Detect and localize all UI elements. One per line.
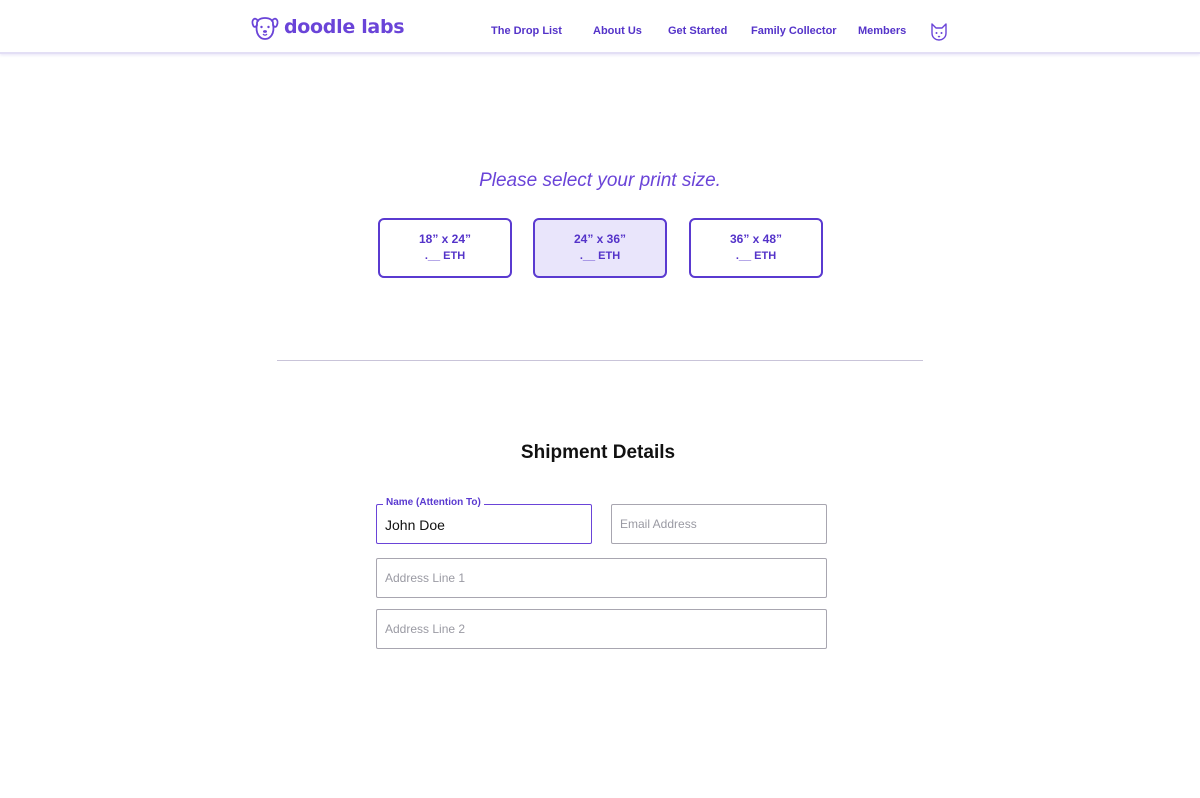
shipment-title: Shipment Details bbox=[520, 442, 676, 463]
size-option-label: 18” x 24” bbox=[418, 232, 472, 246]
logo[interactable]: doodle labs bbox=[250, 12, 405, 42]
address-line-2-field[interactable] bbox=[376, 609, 827, 649]
email-field[interactable] bbox=[611, 504, 827, 544]
section-divider bbox=[277, 360, 923, 361]
size-option-36x48[interactable]: 36” x 48” .__ ETH bbox=[689, 218, 823, 278]
cat-avatar-icon[interactable] bbox=[929, 22, 949, 42]
size-option-18x24[interactable]: 18” x 24” .__ ETH bbox=[378, 218, 512, 278]
name-field[interactable]: Name (Attention To) bbox=[376, 497, 592, 544]
address-line-1-field[interactable] bbox=[376, 558, 827, 598]
size-option-label: 36” x 48” bbox=[729, 232, 783, 246]
name-input[interactable] bbox=[377, 505, 591, 543]
nav-item-get-started[interactable]: Get Started bbox=[668, 25, 727, 37]
nav-item-drop-list[interactable]: The Drop List bbox=[491, 25, 562, 37]
site-header: doodle labs The Drop List About Us Get S… bbox=[0, 0, 1200, 54]
address-line-2-input[interactable] bbox=[377, 610, 826, 648]
size-option-price: .__ ETH bbox=[735, 250, 777, 262]
nav-item-family-collector[interactable]: Family Collector bbox=[751, 25, 837, 37]
name-field-label: Name (Attention To) bbox=[383, 497, 484, 508]
size-option-price: .__ ETH bbox=[579, 250, 621, 262]
print-size-prompt: Please select your print size. bbox=[479, 170, 721, 191]
nav-item-about-us[interactable]: About Us bbox=[593, 25, 642, 37]
size-option-label: 24” x 36” bbox=[573, 232, 627, 246]
size-option-price: .__ ETH bbox=[424, 250, 466, 262]
size-option-24x36[interactable]: 24” x 36” .__ ETH bbox=[533, 218, 667, 278]
email-input[interactable] bbox=[612, 505, 826, 543]
nav-item-members[interactable]: Members bbox=[858, 25, 906, 37]
address-line-1-input[interactable] bbox=[377, 559, 826, 597]
brand-name: doodle labs bbox=[284, 16, 405, 38]
doodle-dog-icon bbox=[251, 17, 279, 40]
